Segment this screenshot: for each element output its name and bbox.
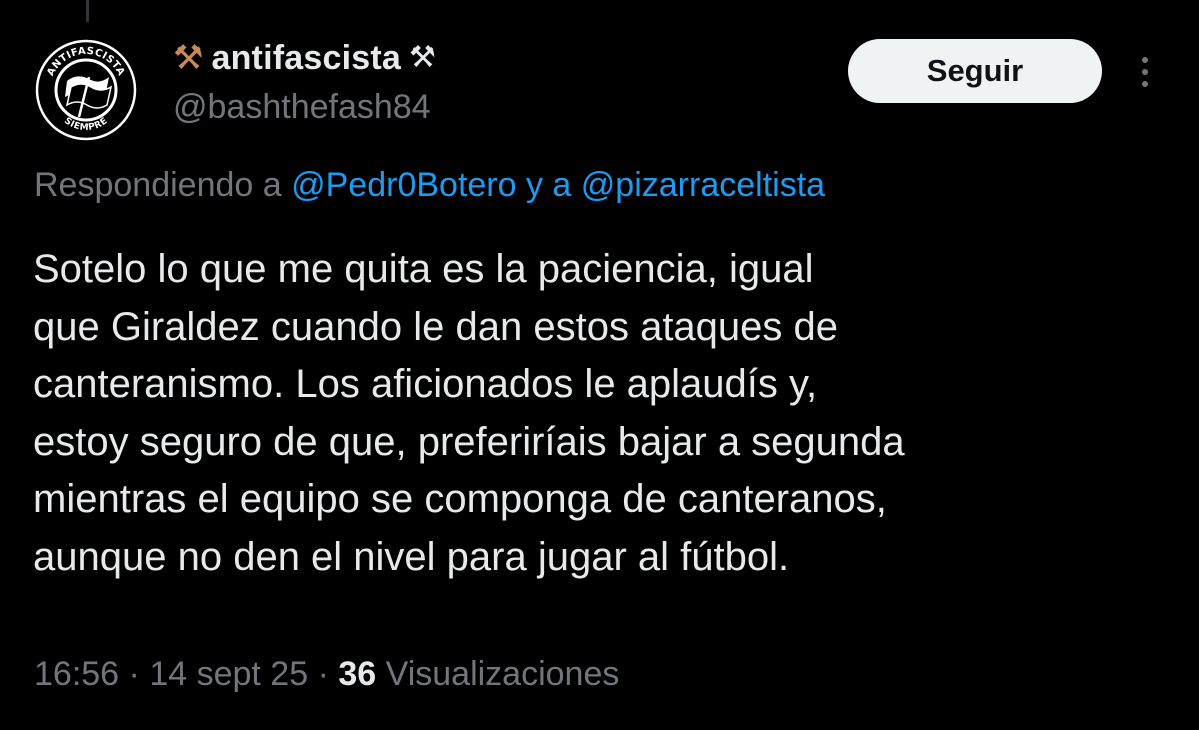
views-count[interactable]: 36 xyxy=(338,655,376,693)
thread-connector-line xyxy=(86,0,89,22)
tweet-date[interactable]: 14 sept 25 xyxy=(149,655,308,693)
antifa-flag-logo-icon: ANTIFASCISTA SIEMPRE xyxy=(33,37,139,143)
hammer-pick-icon: ⚒ xyxy=(173,38,204,78)
views-label[interactable]: Visualizaciones xyxy=(386,655,620,693)
tweet-meta: 16:56 · 14 sept 25 · 36 Visualizaciones xyxy=(34,655,619,694)
tweet-time[interactable]: 16:56 xyxy=(34,655,119,693)
mention-link-2[interactable]: @pizarraceltista xyxy=(581,166,825,204)
replying-to-line: Respondiendo a @Pedr0Botero y a @pizarra… xyxy=(34,166,825,205)
avatar[interactable]: ANTIFASCISTA SIEMPRE xyxy=(33,37,139,143)
user-name-row[interactable]: ⚒ antifascista ⚒ xyxy=(173,36,436,80)
mention-link-1[interactable]: @Pedr0Botero xyxy=(291,166,516,204)
user-handle[interactable]: @bashthefash84 xyxy=(173,88,431,127)
tweet-text: Sotelo lo que me quita es la paciencia, … xyxy=(33,247,905,579)
meta-separator: · xyxy=(317,655,329,693)
display-name[interactable]: antifascista xyxy=(211,39,400,78)
follow-button[interactable]: Seguir xyxy=(848,39,1102,103)
replying-to-connector[interactable]: y a xyxy=(526,166,571,204)
meta-separator: · xyxy=(128,655,140,693)
hammer-pick-icon: ⚒ xyxy=(408,40,436,75)
more-vertical-icon[interactable] xyxy=(1128,50,1162,94)
replying-to-label: Respondiendo a xyxy=(34,166,282,204)
